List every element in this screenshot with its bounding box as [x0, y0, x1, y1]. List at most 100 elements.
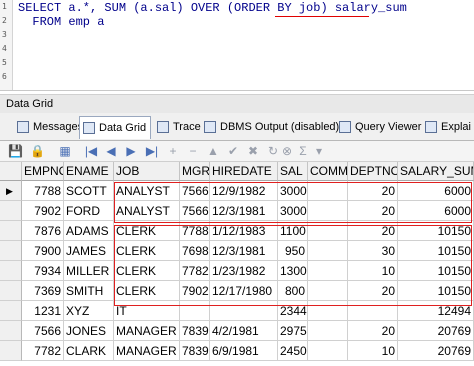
- cell-ename[interactable]: SCOTT: [64, 181, 114, 201]
- cell-ename[interactable]: CLARK: [64, 341, 114, 361]
- cell-sal[interactable]: 1100: [278, 221, 308, 241]
- cell-mgr[interactable]: 7782: [180, 261, 210, 281]
- column-header-empno[interactable]: EMPNO: [22, 162, 64, 181]
- column-header-sal[interactable]: SAL: [278, 162, 308, 181]
- cell-mgr[interactable]: 7566: [180, 201, 210, 221]
- sum-icon[interactable]: Σ: [296, 143, 310, 159]
- sql-editor[interactable]: 1 2 3 4 5 6 SELECT a.*, SUM (a.sal) OVER…: [0, 0, 474, 91]
- filter-icon[interactable]: ⊗: [280, 143, 294, 159]
- cell-comm[interactable]: [308, 261, 348, 281]
- cell-hiredate[interactable]: 12/9/1982: [210, 181, 278, 201]
- cell-salary-sum[interactable]: 20769: [398, 321, 474, 341]
- cell-comm[interactable]: [308, 281, 348, 301]
- column-header-mgr[interactable]: MGR: [180, 162, 210, 181]
- cell-empno[interactable]: 7782: [22, 341, 64, 361]
- insert-record-icon[interactable]: +: [166, 143, 180, 159]
- cell-deptno[interactable]: 30: [348, 241, 398, 261]
- delete-record-icon[interactable]: −: [186, 143, 200, 159]
- edit-record-icon[interactable]: ▲: [206, 143, 220, 159]
- cell-mgr[interactable]: 7566: [180, 181, 210, 201]
- column-header-ename[interactable]: ENAME: [64, 162, 114, 181]
- row-selector[interactable]: [0, 221, 22, 241]
- cell-mgr[interactable]: 7788: [180, 221, 210, 241]
- data-grid[interactable]: EMPNO ENAME JOB MGR HIREDATE SAL COMM DE…: [0, 162, 474, 366]
- cell-empno[interactable]: 7566: [22, 321, 64, 341]
- row-selector[interactable]: ▶: [0, 181, 22, 201]
- cell-sal[interactable]: 2975: [278, 321, 308, 341]
- tab-data-grid[interactable]: Data Grid: [79, 116, 151, 139]
- tab-explain[interactable]: Explai: [422, 117, 471, 137]
- prior-record-icon[interactable]: ◀: [104, 143, 118, 159]
- cell-comm[interactable]: [308, 321, 348, 341]
- cell-job[interactable]: IT: [114, 301, 180, 321]
- row-selector[interactable]: [0, 241, 22, 261]
- column-header-job[interactable]: JOB: [114, 162, 180, 181]
- cell-job[interactable]: CLERK: [114, 281, 180, 301]
- row-selector[interactable]: [0, 301, 22, 321]
- code-line-1[interactable]: SELECT a.*, SUM (a.sal) OVER (ORDER BY j…: [18, 1, 407, 15]
- cell-salary-sum[interactable]: 10150: [398, 261, 474, 281]
- column-header-hiredate[interactable]: HIREDATE: [210, 162, 278, 181]
- post-edit-icon[interactable]: ✔: [226, 143, 240, 159]
- cell-job[interactable]: CLERK: [114, 261, 180, 281]
- cell-hiredate[interactable]: 12/3/1981: [210, 241, 278, 261]
- cell-comm[interactable]: [308, 181, 348, 201]
- cell-empno[interactable]: 7876: [22, 221, 64, 241]
- tab-messages[interactable]: Messages: [14, 117, 83, 137]
- lock-icon[interactable]: 🔒: [30, 143, 45, 159]
- cell-mgr[interactable]: 7839: [180, 341, 210, 361]
- column-header-comm[interactable]: COMM: [308, 162, 348, 181]
- cell-comm[interactable]: [308, 221, 348, 241]
- cell-sal[interactable]: 3000: [278, 201, 308, 221]
- cell-salary-sum[interactable]: 20769: [398, 341, 474, 361]
- tab-query-viewer[interactable]: Query Viewer: [336, 117, 421, 137]
- row-selector[interactable]: [0, 321, 22, 341]
- cell-sal[interactable]: 2344: [278, 301, 308, 321]
- cell-ename[interactable]: SMITH: [64, 281, 114, 301]
- cell-job[interactable]: ANALYST: [114, 181, 180, 201]
- grid-options-icon[interactable]: ▦: [58, 143, 72, 159]
- tab-trace[interactable]: Trace: [154, 117, 201, 137]
- cell-salary-sum[interactable]: 10150: [398, 281, 474, 301]
- cell-comm[interactable]: [308, 301, 348, 321]
- cell-salary-sum[interactable]: 12494: [398, 301, 474, 321]
- cell-ename[interactable]: XYZ: [64, 301, 114, 321]
- last-record-icon[interactable]: ▶|: [145, 143, 159, 159]
- cell-comm[interactable]: [308, 341, 348, 361]
- cell-deptno[interactable]: 10: [348, 341, 398, 361]
- cell-deptno[interactable]: 20: [348, 181, 398, 201]
- cell-comm[interactable]: [308, 241, 348, 261]
- cell-salary-sum[interactable]: 10150: [398, 241, 474, 261]
- tab-dbms-output[interactable]: DBMS Output (disabled): [201, 117, 339, 137]
- first-record-icon[interactable]: |◀: [84, 143, 98, 159]
- cell-sal[interactable]: 800: [278, 281, 308, 301]
- cell-salary-sum[interactable]: 10150: [398, 221, 474, 241]
- cell-ename[interactable]: FORD: [64, 201, 114, 221]
- cell-sal[interactable]: 1300: [278, 261, 308, 281]
- cell-salary-sum[interactable]: 6000: [398, 181, 474, 201]
- cell-deptno[interactable]: 20: [348, 221, 398, 241]
- column-header-deptno[interactable]: DEPTNO: [348, 162, 398, 181]
- cell-sal[interactable]: 950: [278, 241, 308, 261]
- row-selector[interactable]: [0, 261, 22, 281]
- cell-deptno[interactable]: 20: [348, 201, 398, 221]
- code-line-2[interactable]: FROM emp a: [18, 15, 104, 29]
- save-icon[interactable]: 💾: [8, 143, 23, 159]
- row-selector[interactable]: [0, 281, 22, 301]
- cell-job[interactable]: CLERK: [114, 221, 180, 241]
- refresh-icon[interactable]: ↻: [266, 143, 280, 159]
- cell-ename[interactable]: JAMES: [64, 241, 114, 261]
- cell-empno[interactable]: 1231: [22, 301, 64, 321]
- cell-empno[interactable]: 7902: [22, 201, 64, 221]
- cell-mgr[interactable]: 7698: [180, 241, 210, 261]
- cell-sal[interactable]: 3000: [278, 181, 308, 201]
- cell-empno[interactable]: 7900: [22, 241, 64, 261]
- row-selector[interactable]: [0, 201, 22, 221]
- cell-salary-sum[interactable]: 6000: [398, 201, 474, 221]
- cell-hiredate[interactable]: 1/12/1983: [210, 221, 278, 241]
- cell-hiredate[interactable]: 6/9/1981: [210, 341, 278, 361]
- cell-empno[interactable]: 7369: [22, 281, 64, 301]
- row-selector[interactable]: [0, 341, 22, 361]
- cell-deptno[interactable]: 20: [348, 321, 398, 341]
- next-record-icon[interactable]: ▶: [124, 143, 138, 159]
